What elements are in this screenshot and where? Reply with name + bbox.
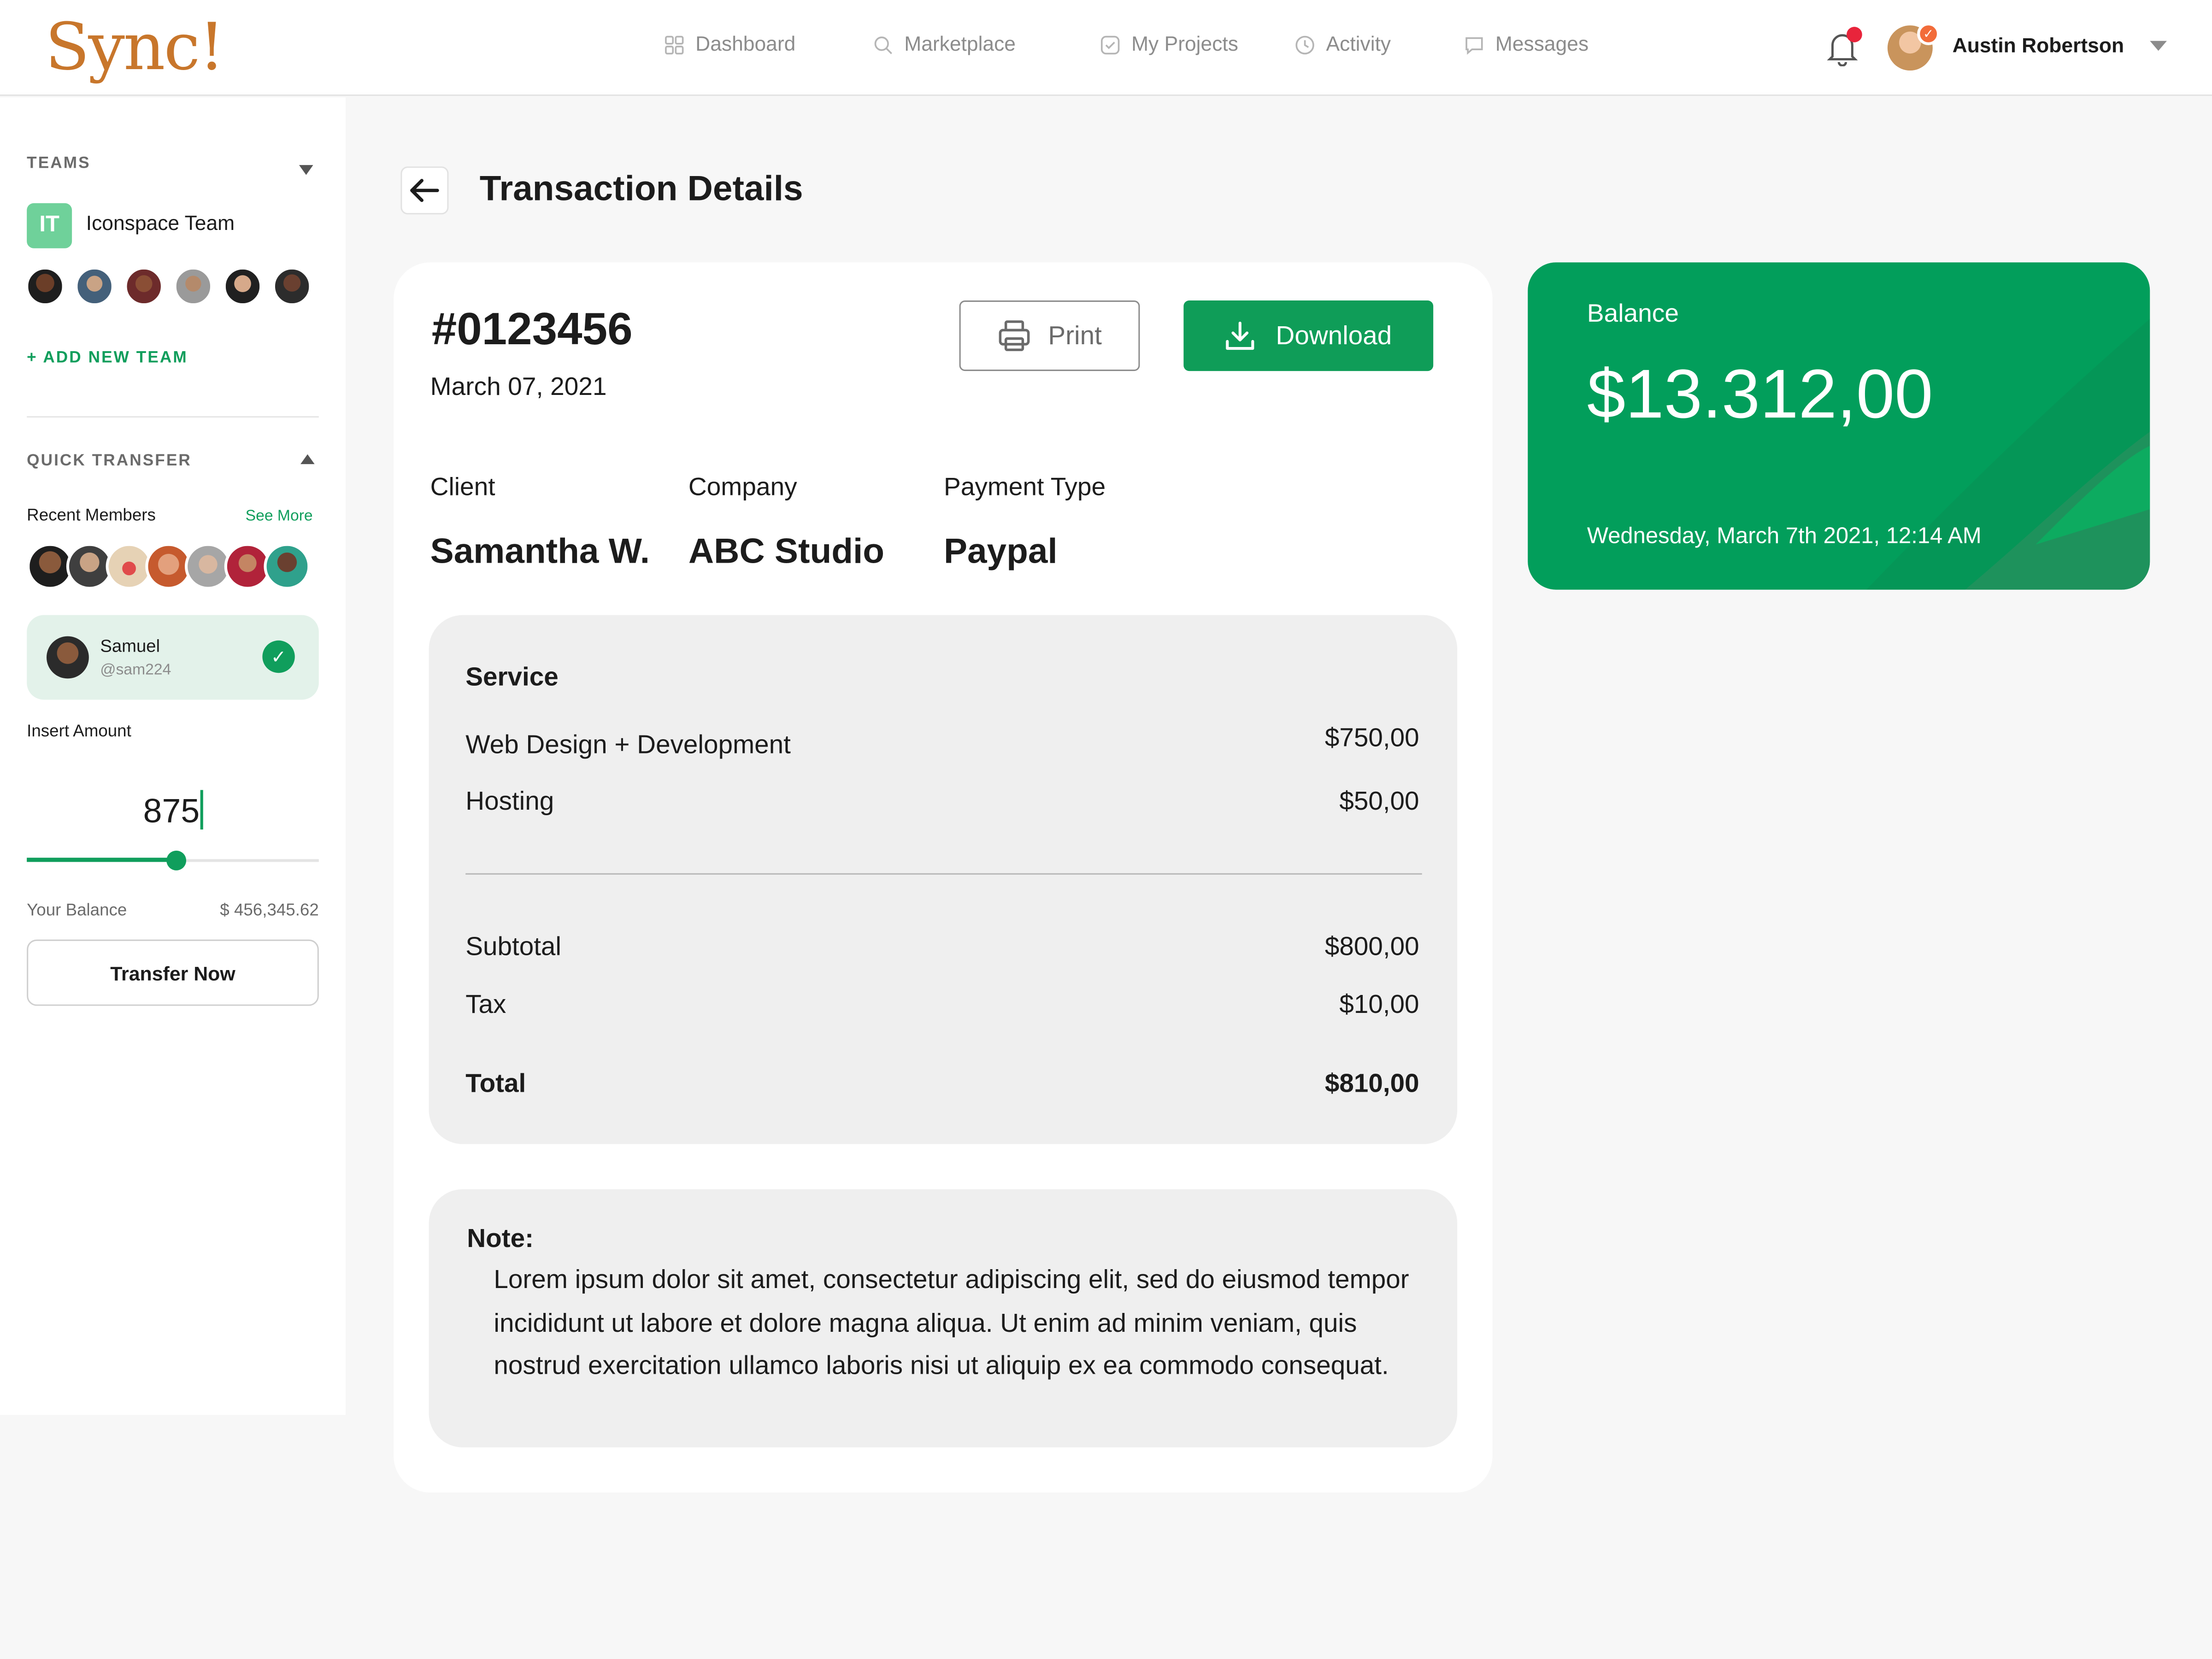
teams-collapse-icon[interactable] <box>299 165 313 175</box>
service-divider <box>465 873 1422 875</box>
notification-dot <box>1847 27 1862 42</box>
transaction-id: #0123456 <box>431 303 633 354</box>
tax-label: Tax <box>465 988 506 1019</box>
page-title: Transaction Details <box>479 169 803 209</box>
amount-slider-handle[interactable] <box>165 850 186 871</box>
client-value: Samantha W. <box>430 532 650 571</box>
team-badge[interactable]: IT <box>27 203 72 248</box>
service-item-name: Hosting <box>465 786 554 816</box>
insert-amount-label: Insert Amount <box>27 721 131 741</box>
note-title: Note: <box>467 1223 534 1253</box>
quick-transfer-title: QUICK TRANSFER <box>27 453 192 470</box>
team-member-avatar[interactable] <box>273 268 311 305</box>
app-logo[interactable]: Sync! <box>45 8 225 84</box>
nav-label: Activity <box>1326 34 1391 57</box>
download-button[interactable]: Download <box>1183 300 1434 371</box>
total-label: Total <box>465 1068 526 1098</box>
balance-datetime: Wednesday, March 7th 2021, 12:14 AM <box>1587 524 1982 549</box>
check-circle-icon: ✓ <box>262 640 295 673</box>
checkbox-icon <box>1100 35 1120 55</box>
team-member-avatar[interactable] <box>76 268 113 305</box>
user-name[interactable]: Austin Robertson <box>1953 35 2124 58</box>
team-member-avatar[interactable] <box>224 268 261 305</box>
see-more-link[interactable]: See More <box>246 508 313 525</box>
payment-type-label: Payment Type <box>943 472 1106 501</box>
nav-label: My Projects <box>1131 34 1238 57</box>
team-member-avatar[interactable] <box>27 268 64 305</box>
printer-icon <box>999 320 1030 351</box>
service-item-price: $750,00 <box>1324 722 1419 752</box>
nav-marketplace[interactable]: Marketplace <box>873 34 1016 56</box>
grid-icon <box>665 35 684 55</box>
client-label: Client <box>430 472 495 501</box>
clock-icon <box>1295 35 1314 55</box>
total-value: $810,00 <box>1324 1068 1419 1098</box>
print-button[interactable]: Print <box>959 300 1140 371</box>
nav-dashboard[interactable]: Dashboard <box>665 34 796 57</box>
service-title: Service <box>465 661 559 691</box>
company-value: ABC Studio <box>688 532 884 571</box>
amount-input[interactable]: 875 <box>27 790 319 832</box>
member-handle: @sam224 <box>100 661 171 679</box>
nav-messages[interactable]: Messages <box>1465 34 1589 57</box>
your-balance-label: Your Balance <box>27 900 127 920</box>
balance-amount: $13.312,00 <box>1587 357 1933 433</box>
nav-activity[interactable]: Activity <box>1295 34 1391 56</box>
amount-slider-fill <box>27 858 176 862</box>
team-member-avatar[interactable] <box>125 268 163 305</box>
transfer-now-button[interactable]: Transfer Now <box>27 939 319 1006</box>
service-item-price: $50,00 <box>1339 786 1419 816</box>
search-icon <box>874 36 892 54</box>
service-item-name: Web Design + Development <box>465 729 791 759</box>
company-label: Company <box>688 472 797 501</box>
verified-badge-icon: ✓ <box>1917 22 1940 45</box>
nav-label: Marketplace <box>904 34 1016 57</box>
balance-card: Balance $13.312,00 Wednesday, March 7th … <box>1528 262 2150 590</box>
nav-label: Dashboard <box>695 34 796 57</box>
team-member-avatar[interactable] <box>175 268 212 305</box>
tax-value: $10,00 <box>1339 988 1419 1019</box>
selected-member-card[interactable]: Samuel @sam224 ✓ <box>27 615 319 700</box>
amount-value: 875 <box>143 793 200 831</box>
recent-member-avatar[interactable] <box>264 543 311 590</box>
balance-title: Balance <box>1587 299 1679 328</box>
member-name: Samuel <box>100 636 160 656</box>
note-text: Lorem ipsum dolor sit amet, consectetur … <box>494 1264 1409 1380</box>
transaction-date: March 07, 2021 <box>430 372 607 401</box>
arrow-left-icon <box>410 179 439 202</box>
subtotal-value: $800,00 <box>1324 931 1419 961</box>
chevron-down-icon[interactable] <box>2150 41 2167 51</box>
back-button[interactable] <box>400 166 449 215</box>
nav-my-projects[interactable]: My Projects <box>1100 34 1238 56</box>
subtotal-label: Subtotal <box>465 931 562 961</box>
quick-transfer-collapse-icon[interactable] <box>300 454 315 465</box>
your-balance-value: $ 456,345.62 <box>220 900 319 920</box>
teams-title: TEAMS <box>27 155 91 172</box>
download-icon <box>1226 321 1255 350</box>
chat-icon <box>1465 37 1483 55</box>
service-breakdown <box>429 615 1458 1144</box>
nav-label: Messages <box>1495 34 1589 57</box>
text-caret <box>200 790 203 830</box>
top-header: Sync! Dashboard Marketplace My Projects … <box>0 0 2212 96</box>
team-name[interactable]: Iconspace Team <box>86 213 235 235</box>
download-label: Download <box>1276 320 1392 350</box>
print-label: Print <box>1048 320 1102 350</box>
payment-type-value: Paypal <box>943 532 1058 571</box>
member-avatar <box>47 636 89 679</box>
sidebar-divider <box>27 416 319 418</box>
add-new-team-link[interactable]: + ADD NEW TEAM <box>27 350 188 367</box>
recent-members-label: Recent Members <box>27 505 156 525</box>
